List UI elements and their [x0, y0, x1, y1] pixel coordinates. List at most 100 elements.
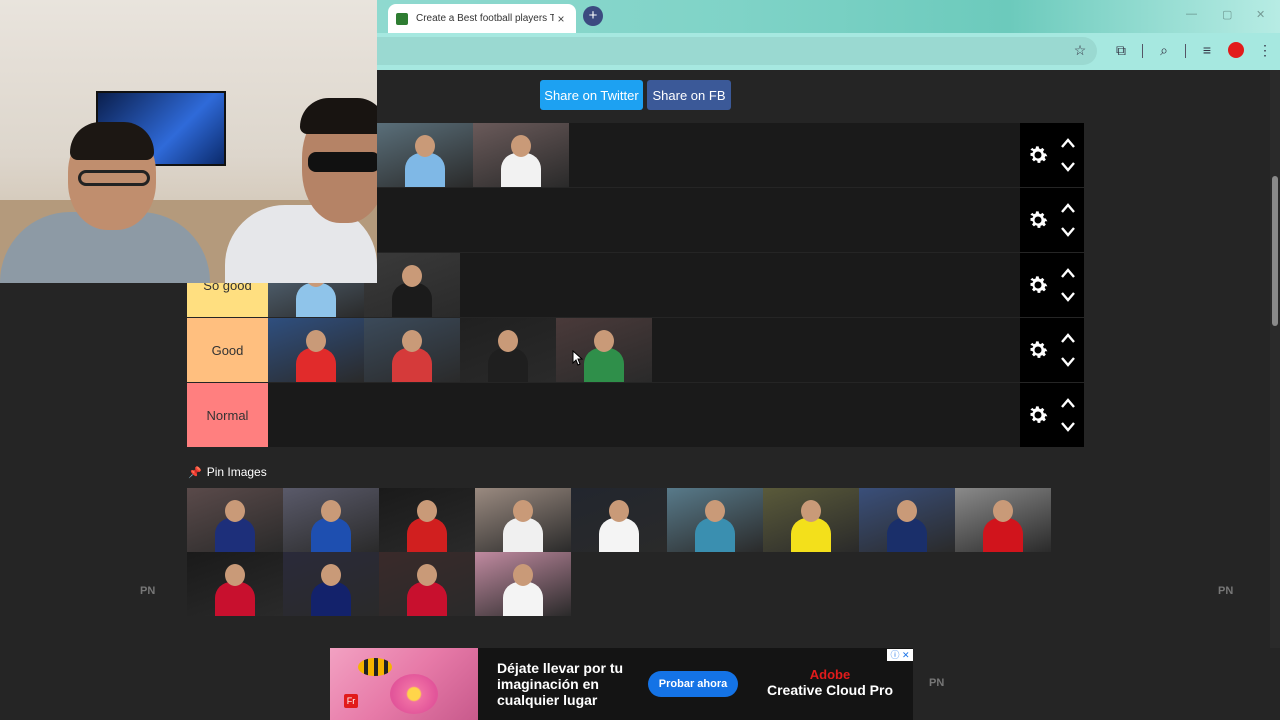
- ad-banner[interactable]: Fr Déjate llevar por tu imaginación en c…: [330, 648, 913, 720]
- player-head: [897, 500, 917, 522]
- webcam-overlay: [0, 0, 377, 283]
- player-messi[interactable]: [377, 123, 473, 187]
- pushpin-icon: 📌: [188, 466, 202, 479]
- pool-neymar[interactable]: [283, 552, 379, 616]
- share-facebook-button[interactable]: Share on FB: [647, 80, 731, 110]
- ad-cta-button[interactable]: Probar ahora: [648, 671, 738, 697]
- pool-lewandowski[interactable]: [955, 488, 1051, 552]
- player-head: [513, 564, 533, 586]
- player-kit: [887, 518, 927, 552]
- player-placeholder[interactable]: [460, 318, 556, 382]
- ad-brand-product: Creative Cloud Pro: [766, 682, 894, 698]
- player-kit: [296, 283, 336, 317]
- tier-items: [268, 318, 652, 382]
- pool-varane[interactable]: [475, 552, 571, 616]
- bee-illustration: [358, 658, 392, 676]
- pool-salah[interactable]: [379, 552, 475, 616]
- player-head: [498, 330, 518, 352]
- pool-son[interactable]: [571, 488, 667, 552]
- pool-modric[interactable]: [475, 488, 571, 552]
- extensions-icon[interactable]: ⧉: [1112, 42, 1130, 59]
- tier-label[interactable]: Normal: [187, 383, 268, 447]
- ad-brand-adobe: Adobe: [809, 667, 851, 682]
- move-up-chevron-icon[interactable]: [1060, 397, 1076, 409]
- scrollbar-thumb[interactable]: [1272, 176, 1278, 326]
- gear-icon[interactable]: [1026, 208, 1050, 232]
- new-tab-button[interactable]: +: [583, 6, 603, 26]
- pool-icardi[interactable]: [187, 488, 283, 552]
- player-ederson[interactable]: [364, 253, 460, 317]
- page-scrollbar[interactable]: [1270, 70, 1280, 648]
- adobe-fresco-logo-icon: Fr: [344, 694, 358, 708]
- player-kit: [311, 518, 351, 552]
- move-down-chevron-icon[interactable]: [1060, 226, 1076, 238]
- gear-icon[interactable]: [1026, 273, 1050, 297]
- move-up-chevron-icon[interactable]: [1060, 202, 1076, 214]
- move-down-chevron-icon[interactable]: [1060, 421, 1076, 433]
- address-bar[interactable]: [377, 37, 1097, 65]
- profile-avatar[interactable]: [1228, 42, 1244, 58]
- player-head: [594, 330, 614, 352]
- tier-controls: [1020, 253, 1084, 317]
- side-ad-label-left: PN: [140, 585, 156, 597]
- gear-icon[interactable]: [1026, 403, 1050, 427]
- ad-choices-icon[interactable]: ⓘ ✕: [887, 649, 913, 661]
- person-right-hair: [300, 98, 377, 134]
- close-window-icon[interactable]: ✕: [1256, 8, 1265, 21]
- player-kit: [407, 582, 447, 616]
- player-kit: [405, 153, 445, 187]
- player-kit: [215, 518, 255, 552]
- move-up-chevron-icon[interactable]: [1060, 267, 1076, 279]
- menu-kebab-icon[interactable]: ⋮: [1256, 42, 1274, 59]
- player-head: [402, 265, 422, 287]
- mouse-cursor-icon: [572, 350, 584, 366]
- maximize-icon[interactable]: ▢: [1222, 8, 1232, 21]
- tier-controls: [1020, 318, 1084, 382]
- move-down-chevron-icon[interactable]: [1060, 356, 1076, 368]
- gear-icon[interactable]: [1026, 338, 1050, 362]
- tier-label[interactable]: Good: [187, 318, 268, 382]
- move-down-chevron-icon[interactable]: [1060, 161, 1076, 173]
- player-griezmann[interactable]: [364, 318, 460, 382]
- search-tabs-icon[interactable]: ⌕: [1155, 42, 1173, 59]
- share-twitter-button[interactable]: Share on Twitter: [540, 80, 643, 110]
- minimize-icon[interactable]: —: [1186, 8, 1197, 20]
- player-kit: [791, 518, 831, 552]
- pin-images-title: Pin Images: [206, 465, 267, 479]
- player-ronaldo[interactable]: [473, 123, 569, 187]
- player-head: [417, 564, 437, 586]
- player-head: [993, 500, 1013, 522]
- pool-pogba[interactable]: [379, 488, 475, 552]
- player-kit: [599, 518, 639, 552]
- move-up-chevron-icon[interactable]: [1060, 332, 1076, 344]
- pool-mane[interactable]: [187, 552, 283, 616]
- tab-title: Create a Best football players Tier List: [416, 13, 554, 24]
- player-kit: [392, 283, 432, 317]
- person-left-glasses: [78, 170, 150, 186]
- toolbar-divider: [1142, 44, 1143, 58]
- player-head: [511, 135, 531, 157]
- gear-icon[interactable]: [1026, 143, 1050, 167]
- tier-controls: [1020, 123, 1084, 187]
- pool-hazard[interactable]: [283, 488, 379, 552]
- player-kit: [311, 582, 351, 616]
- browser-tab[interactable]: Create a Best football players Tier List…: [388, 4, 576, 33]
- ad-headline: Déjate llevar por tu imaginación en cual…: [497, 660, 624, 708]
- player-head: [513, 500, 533, 522]
- player-kane[interactable]: [268, 318, 364, 382]
- move-down-chevron-icon[interactable]: [1060, 291, 1076, 303]
- player-kit: [407, 518, 447, 552]
- bookmark-star-icon[interactable]: ☆: [1071, 42, 1089, 59]
- tier-row: Normal: [187, 383, 1084, 447]
- pin-images-heading: 📌 Pin Images: [188, 465, 267, 479]
- pool-mbappe[interactable]: [859, 488, 955, 552]
- player-head: [225, 564, 245, 586]
- tab-close-icon[interactable]: ×: [554, 12, 568, 26]
- person-right-sunglasses: [308, 152, 377, 172]
- player-de-gea[interactable]: [556, 318, 652, 382]
- pool-reus[interactable]: [763, 488, 859, 552]
- pool-neuer[interactable]: [667, 488, 763, 552]
- reading-list-icon[interactable]: ≡: [1198, 42, 1216, 58]
- move-up-chevron-icon[interactable]: [1060, 137, 1076, 149]
- ad-image: Fr: [330, 648, 478, 720]
